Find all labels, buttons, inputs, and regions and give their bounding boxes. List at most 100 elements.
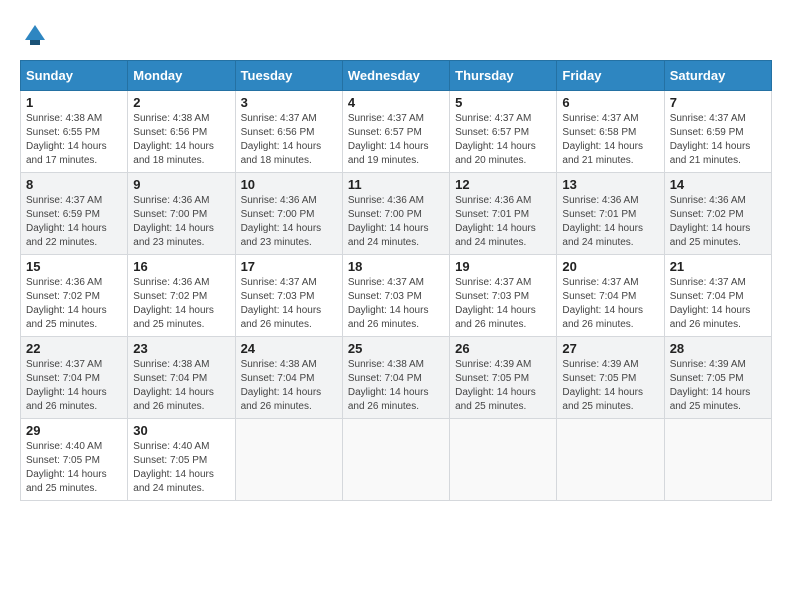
calendar-cell: 25 Sunrise: 4:38 AM Sunset: 7:04 PM Dayli… xyxy=(342,337,449,419)
day-detail: Sunrise: 4:36 AM Sunset: 7:00 PM Dayligh… xyxy=(133,194,229,250)
day-number: 3 xyxy=(241,95,337,110)
day-detail: Sunrise: 4:37 AM Sunset: 7:04 PM Dayligh… xyxy=(670,276,766,332)
day-detail: Sunrise: 4:38 AM Sunset: 7:04 PM Dayligh… xyxy=(241,358,337,414)
day-number: 15 xyxy=(26,259,122,274)
calendar-header-row: SundayMondayTuesdayWednesdayThursdayFrid… xyxy=(21,61,772,91)
calendar-cell xyxy=(235,419,342,501)
col-header-saturday: Saturday xyxy=(664,61,771,91)
day-number: 8 xyxy=(26,177,122,192)
calendar-cell xyxy=(342,419,449,501)
day-detail: Sunrise: 4:37 AM Sunset: 6:57 PM Dayligh… xyxy=(455,112,551,168)
calendar-cell: 12 Sunrise: 4:36 AM Sunset: 7:01 PM Dayli… xyxy=(450,173,557,255)
col-header-tuesday: Tuesday xyxy=(235,61,342,91)
day-detail: Sunrise: 4:37 AM Sunset: 6:59 PM Dayligh… xyxy=(26,194,122,250)
day-detail: Sunrise: 4:36 AM Sunset: 7:02 PM Dayligh… xyxy=(670,194,766,250)
day-detail: Sunrise: 4:40 AM Sunset: 7:05 PM Dayligh… xyxy=(133,440,229,496)
day-detail: Sunrise: 4:36 AM Sunset: 7:00 PM Dayligh… xyxy=(348,194,444,250)
day-number: 10 xyxy=(241,177,337,192)
day-detail: Sunrise: 4:36 AM Sunset: 7:00 PM Dayligh… xyxy=(241,194,337,250)
day-detail: Sunrise: 4:38 AM Sunset: 6:55 PM Dayligh… xyxy=(26,112,122,168)
calendar-cell: 26Sunrise: 4:39 AM Sunset: 7:05 PM Dayli… xyxy=(450,337,557,419)
calendar-cell: 3Sunrise: 4:37 AM Sunset: 6:56 PM Daylig… xyxy=(235,91,342,173)
day-number: 20 xyxy=(562,259,658,274)
calendar-cell: 10 Sunrise: 4:36 AM Sunset: 7:00 PM Dayli… xyxy=(235,173,342,255)
day-number: 9 xyxy=(133,177,229,192)
calendar-cell: 2Sunrise: 4:38 AM Sunset: 6:56 PM Daylig… xyxy=(128,91,235,173)
day-detail: Sunrise: 4:37 AM Sunset: 7:04 PM Dayligh… xyxy=(26,358,122,414)
day-detail: Sunrise: 4:38 AM Sunset: 7:04 PM Dayligh… xyxy=(348,358,444,414)
calendar-week-3: 15 Sunrise: 4:36 AM Sunset: 7:02 PM Dayli… xyxy=(21,255,772,337)
col-header-sunday: Sunday xyxy=(21,61,128,91)
calendar-cell: 1 Sunrise: 4:38 AM Sunset: 6:55 PM Daylig… xyxy=(21,91,128,173)
col-header-thursday: Thursday xyxy=(450,61,557,91)
calendar-cell: 13Sunrise: 4:36 AM Sunset: 7:01 PM Dayli… xyxy=(557,173,664,255)
day-detail: Sunrise: 4:36 AM Sunset: 7:01 PM Dayligh… xyxy=(455,194,551,250)
day-detail: Sunrise: 4:37 AM Sunset: 7:03 PM Dayligh… xyxy=(348,276,444,332)
day-number: 21 xyxy=(670,259,766,274)
day-number: 24 xyxy=(241,341,337,356)
calendar-week-5: 29 Sunrise: 4:40 AM Sunset: 7:05 PM Dayli… xyxy=(21,419,772,501)
day-detail: Sunrise: 4:37 AM Sunset: 6:58 PM Dayligh… xyxy=(562,112,658,168)
calendar-cell: 4 Sunrise: 4:37 AM Sunset: 6:57 PM Daylig… xyxy=(342,91,449,173)
col-header-wednesday: Wednesday xyxy=(342,61,449,91)
day-detail: Sunrise: 4:37 AM Sunset: 6:59 PM Dayligh… xyxy=(670,112,766,168)
col-header-friday: Friday xyxy=(557,61,664,91)
day-number: 6 xyxy=(562,95,658,110)
calendar-cell xyxy=(664,419,771,501)
day-detail: Sunrise: 4:37 AM Sunset: 7:04 PM Dayligh… xyxy=(562,276,658,332)
calendar-cell: 5 Sunrise: 4:37 AM Sunset: 6:57 PM Daylig… xyxy=(450,91,557,173)
calendar-cell: 9 Sunrise: 4:36 AM Sunset: 7:00 PM Daylig… xyxy=(128,173,235,255)
calendar-cell xyxy=(450,419,557,501)
day-detail: Sunrise: 4:36 AM Sunset: 7:02 PM Dayligh… xyxy=(26,276,122,332)
day-number: 28 xyxy=(670,341,766,356)
day-detail: Sunrise: 4:37 AM Sunset: 7:03 PM Dayligh… xyxy=(241,276,337,332)
calendar-cell: 22 Sunrise: 4:37 AM Sunset: 7:04 PM Dayli… xyxy=(21,337,128,419)
day-number: 29 xyxy=(26,423,122,438)
day-number: 23 xyxy=(133,341,229,356)
logo-icon xyxy=(20,20,50,50)
day-number: 18 xyxy=(348,259,444,274)
header xyxy=(20,20,772,50)
day-detail: Sunrise: 4:38 AM Sunset: 7:04 PM Dayligh… xyxy=(133,358,229,414)
calendar-cell: 23 Sunrise: 4:38 AM Sunset: 7:04 PM Dayli… xyxy=(128,337,235,419)
day-number: 17 xyxy=(241,259,337,274)
calendar-cell: 27Sunrise: 4:39 AM Sunset: 7:05 PM Dayli… xyxy=(557,337,664,419)
calendar-cell: 7 Sunrise: 4:37 AM Sunset: 6:59 PM Daylig… xyxy=(664,91,771,173)
calendar-week-2: 8 Sunrise: 4:37 AM Sunset: 6:59 PM Daylig… xyxy=(21,173,772,255)
calendar-cell xyxy=(557,419,664,501)
day-number: 4 xyxy=(348,95,444,110)
calendar-cell: 16Sunrise: 4:36 AM Sunset: 7:02 PM Dayli… xyxy=(128,255,235,337)
day-detail: Sunrise: 4:39 AM Sunset: 7:05 PM Dayligh… xyxy=(670,358,766,414)
calendar-cell: 30 Sunrise: 4:40 AM Sunset: 7:05 PM Dayli… xyxy=(128,419,235,501)
calendar-cell: 20 Sunrise: 4:37 AM Sunset: 7:04 PM Dayli… xyxy=(557,255,664,337)
col-header-monday: Monday xyxy=(128,61,235,91)
day-number: 12 xyxy=(455,177,551,192)
day-number: 30 xyxy=(133,423,229,438)
day-number: 7 xyxy=(670,95,766,110)
day-detail: Sunrise: 4:38 AM Sunset: 6:56 PM Dayligh… xyxy=(133,112,229,168)
calendar-cell: 14Sunrise: 4:36 AM Sunset: 7:02 PM Dayli… xyxy=(664,173,771,255)
day-number: 25 xyxy=(348,341,444,356)
calendar-cell: 19Sunrise: 4:37 AM Sunset: 7:03 PM Dayli… xyxy=(450,255,557,337)
calendar-week-4: 22 Sunrise: 4:37 AM Sunset: 7:04 PM Dayli… xyxy=(21,337,772,419)
calendar-cell: 8 Sunrise: 4:37 AM Sunset: 6:59 PM Daylig… xyxy=(21,173,128,255)
day-number: 16 xyxy=(133,259,229,274)
calendar-cell: 21 Sunrise: 4:37 AM Sunset: 7:04 PM Dayli… xyxy=(664,255,771,337)
day-number: 5 xyxy=(455,95,551,110)
calendar-cell: 11Sunrise: 4:36 AM Sunset: 7:00 PM Dayli… xyxy=(342,173,449,255)
calendar-cell: 15 Sunrise: 4:36 AM Sunset: 7:02 PM Dayli… xyxy=(21,255,128,337)
day-detail: Sunrise: 4:39 AM Sunset: 7:05 PM Dayligh… xyxy=(562,358,658,414)
calendar-cell: 18 Sunrise: 4:37 AM Sunset: 7:03 PM Dayli… xyxy=(342,255,449,337)
day-detail: Sunrise: 4:36 AM Sunset: 7:01 PM Dayligh… xyxy=(562,194,658,250)
calendar-cell: 6 Sunrise: 4:37 AM Sunset: 6:58 PM Daylig… xyxy=(557,91,664,173)
calendar-cell: 17 Sunrise: 4:37 AM Sunset: 7:03 PM Dayli… xyxy=(235,255,342,337)
day-detail: Sunrise: 4:39 AM Sunset: 7:05 PM Dayligh… xyxy=(455,358,551,414)
calendar-cell: 24 Sunrise: 4:38 AM Sunset: 7:04 PM Dayli… xyxy=(235,337,342,419)
calendar-week-1: 1 Sunrise: 4:38 AM Sunset: 6:55 PM Daylig… xyxy=(21,91,772,173)
calendar-cell: 28 Sunrise: 4:39 AM Sunset: 7:05 PM Dayli… xyxy=(664,337,771,419)
day-detail: Sunrise: 4:37 AM Sunset: 6:57 PM Dayligh… xyxy=(348,112,444,168)
logo xyxy=(20,20,54,50)
day-number: 22 xyxy=(26,341,122,356)
day-number: 1 xyxy=(26,95,122,110)
calendar-table: SundayMondayTuesdayWednesdayThursdayFrid… xyxy=(20,60,772,501)
